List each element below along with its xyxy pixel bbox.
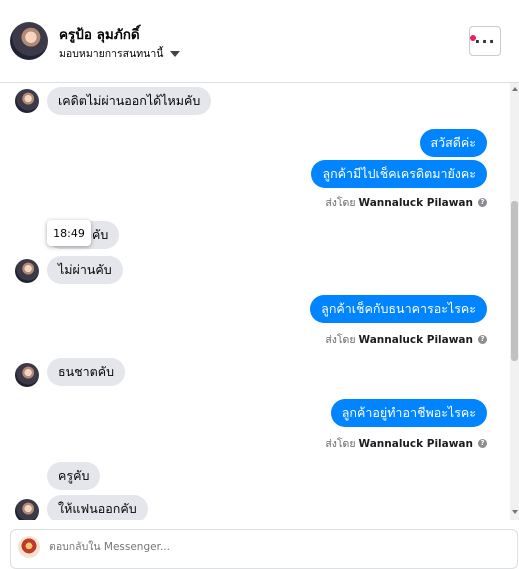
assign-label: มอบหมายการสนทนานี้ <box>59 48 164 60</box>
scroll-down-icon[interactable] <box>512 510 518 514</box>
contact-avatar[interactable] <box>10 22 48 60</box>
thread-scrollbar[interactable] <box>510 83 519 520</box>
caret-down-icon <box>170 50 181 57</box>
help-icon[interactable]: ? <box>478 335 487 344</box>
sent-by-prefix: ส่งโดย <box>325 334 356 346</box>
sent-by-line: ส่งโดย Wannaluck Pilawan ? <box>325 194 487 211</box>
incoming-message[interactable]: ธนชาตคับ <box>47 358 126 386</box>
help-icon[interactable]: ? <box>478 198 487 207</box>
incoming-message[interactable]: ครูคับ <box>47 462 101 490</box>
contact-avatar-small <box>15 363 39 387</box>
contact-avatar-small <box>15 89 39 113</box>
sent-by-name: Wannaluck Pilawan <box>358 437 473 450</box>
timestamp-tooltip: 18:49 <box>47 220 91 246</box>
outgoing-message[interactable]: สวัสดีค่ะ <box>419 129 487 157</box>
sent-by-name: Wannaluck Pilawan <box>358 196 473 209</box>
incoming-message[interactable]: ให้แฟนออกคับ <box>47 495 148 520</box>
conversation-header: ครูป้อ ลุมภักดิ์ มอบหมายการสนทนานี้ ··· <box>0 0 519 83</box>
scroll-up-icon[interactable] <box>512 87 518 91</box>
more-options-button[interactable]: ··· <box>469 26 501 56</box>
reply-composer[interactable] <box>10 529 518 569</box>
outgoing-message[interactable]: ลูกค้าเช็คกับธนาคารอะไรคะ <box>310 295 487 323</box>
sent-by-prefix: ส่งโดย <box>325 438 356 450</box>
sent-by-line: ส่งโดย Wannaluck Pilawan ? <box>325 435 487 452</box>
page-avatar <box>18 536 40 558</box>
reply-input[interactable] <box>49 538 489 556</box>
contact-avatar-small <box>15 499 39 520</box>
help-icon[interactable]: ? <box>478 439 487 448</box>
outgoing-message[interactable]: ลูกค้าอยู่ทำอาชีพอะไรคะ <box>330 399 487 427</box>
sent-by-name: Wannaluck Pilawan <box>358 333 473 346</box>
outgoing-message[interactable]: ลูกค้ามีไปเช็คเครดิตมายังคะ <box>311 160 487 188</box>
message-thread[interactable]: เคดิตไม่ผ่านออกได้ไหมคับ สวัสดีค่ะ ลูกค้… <box>0 83 510 520</box>
contact-name[interactable]: ครูป้อ ลุมภักดิ์ <box>59 23 140 45</box>
incoming-message[interactable]: ไม่ผ่านคับ <box>47 256 123 284</box>
scroll-thumb[interactable] <box>511 201 518 361</box>
notification-dot-icon <box>470 35 476 41</box>
assign-conversation-dropdown[interactable]: มอบหมายการสนทนานี้ <box>59 45 181 62</box>
sent-by-line: ส่งโดย Wannaluck Pilawan ? <box>325 331 487 348</box>
sent-by-prefix: ส่งโดย <box>325 197 356 209</box>
contact-avatar-small <box>15 259 39 283</box>
incoming-message[interactable]: เคดิตไม่ผ่านออกได้ไหมคับ <box>47 87 212 115</box>
